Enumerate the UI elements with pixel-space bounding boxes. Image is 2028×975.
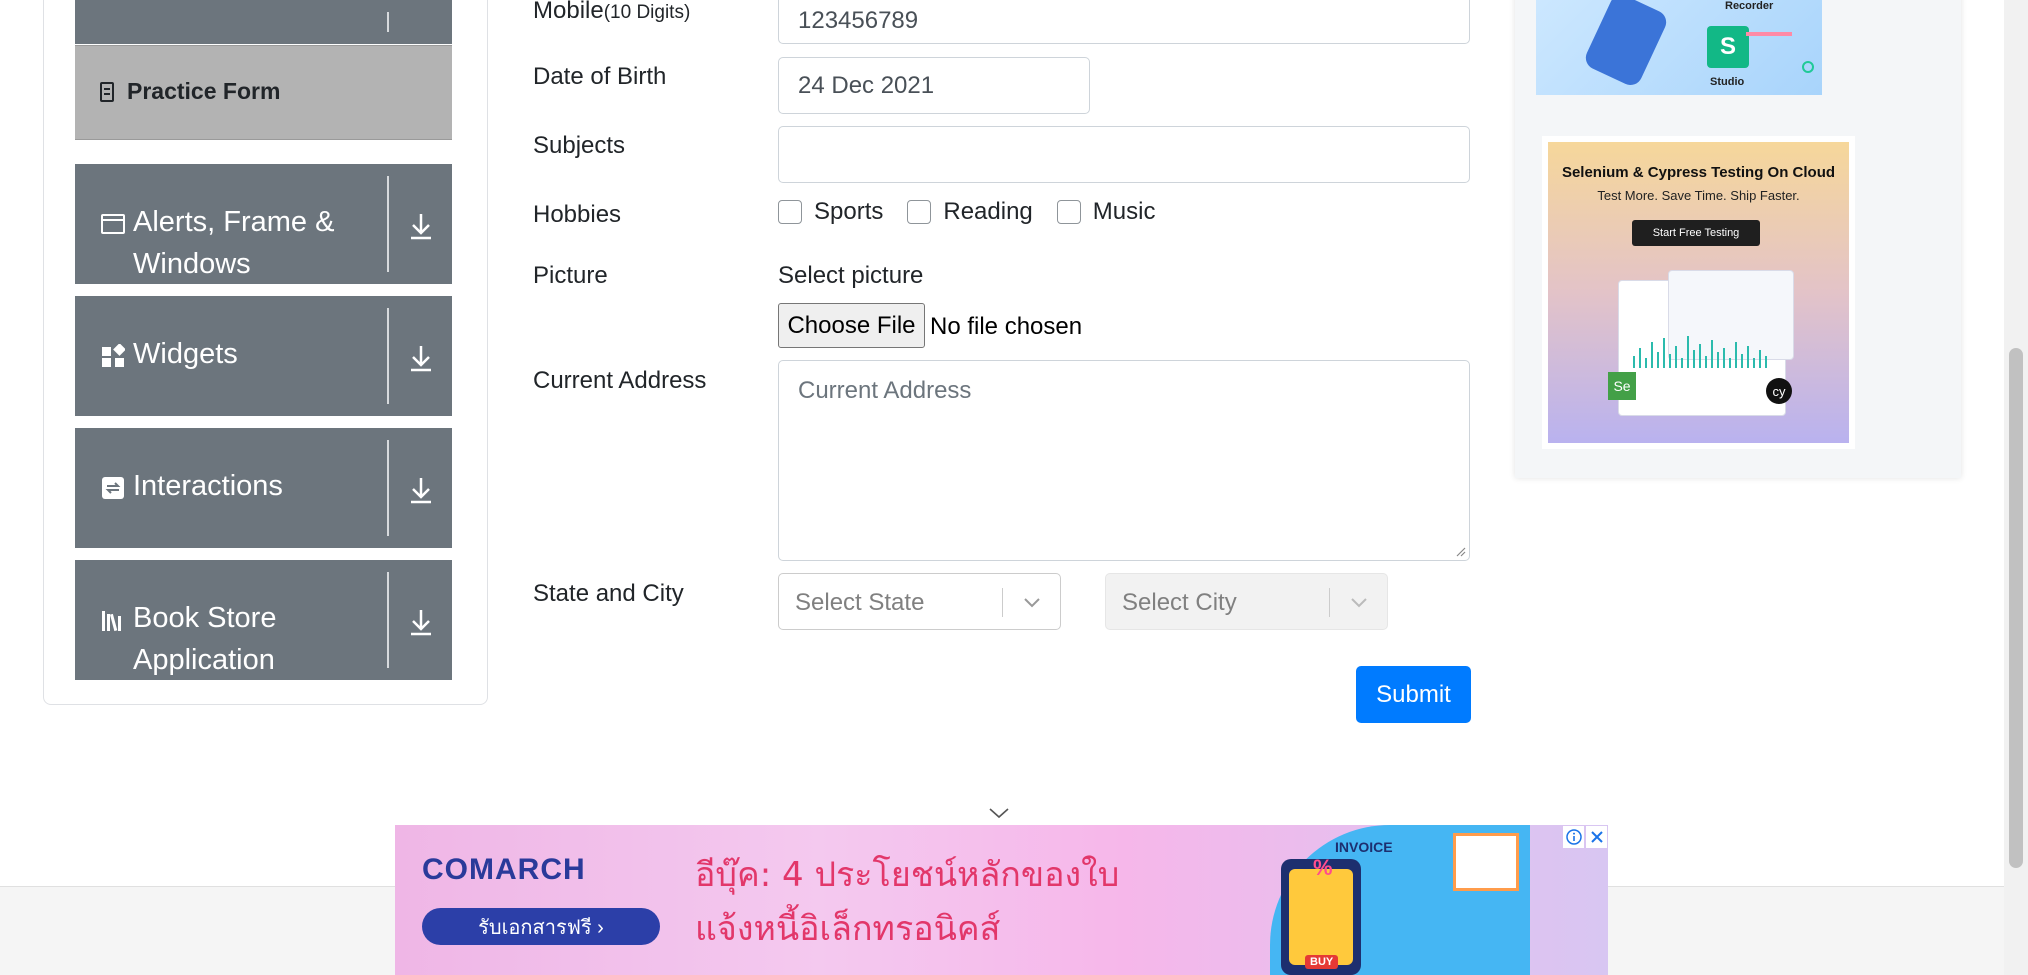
decor-line xyxy=(1746,32,1792,36)
state-city-label: State and City xyxy=(533,580,684,607)
chevron-down-icon[interactable] xyxy=(988,806,1010,820)
books-icon xyxy=(102,611,121,632)
divider xyxy=(387,440,389,536)
ad-headline: Selenium & Cypress Testing On Cloud xyxy=(1561,164,1836,181)
alerts-label: Alerts, Frame & Windows xyxy=(133,206,335,280)
divider xyxy=(387,572,389,668)
phone-screen xyxy=(1289,869,1353,965)
dob-label: Date of Birth xyxy=(533,63,667,90)
buy-text: BUY xyxy=(1305,955,1339,969)
state-select[interactable]: Select State xyxy=(778,573,1061,630)
invoice-text: INVOICE xyxy=(1335,839,1393,855)
ad-close-icon[interactable] xyxy=(1586,826,1607,848)
calendar-illustration xyxy=(1453,833,1519,891)
ad-subline: Test More. Save Time. Ship Faster. xyxy=(1597,188,1800,203)
mobile-label: Mobile(10 Digits) xyxy=(533,0,691,24)
choose-file-button[interactable]: Choose File xyxy=(778,303,925,348)
city-select[interactable]: Select City xyxy=(1105,573,1388,630)
divider xyxy=(387,176,389,272)
sidebar-item-book-store[interactable]: Book Store Application xyxy=(75,560,452,680)
interactions-label: Interactions xyxy=(133,470,283,502)
decor-dot xyxy=(1802,61,1814,73)
subjects-label: Subjects xyxy=(533,132,626,159)
subjects-input[interactable] xyxy=(778,126,1470,183)
hobbies-label: Hobbies xyxy=(533,201,622,228)
divider xyxy=(387,12,389,32)
katalon-ad[interactable]: S Recorder Studio xyxy=(1536,0,1822,95)
selenium-badge: Se xyxy=(1608,372,1636,400)
sidebar-item-interactions[interactable]: Interactions xyxy=(75,428,452,548)
ad-controls xyxy=(1563,826,1607,848)
percent-text: % xyxy=(1313,855,1333,880)
reading-checkbox[interactable] xyxy=(907,200,932,224)
ad-column: S Recorder Studio Selenium & Cypress Tes… xyxy=(1515,0,1961,478)
scrollbar-thumb[interactable] xyxy=(2009,348,2023,868)
book-store-label: Book Store Application xyxy=(133,602,277,676)
download-icon[interactable] xyxy=(404,341,438,375)
window-icon xyxy=(101,214,125,234)
dob-value: 24 Dec 2021 xyxy=(798,71,935,99)
hobby-reading[interactable]: Reading xyxy=(907,198,1033,226)
select-separator xyxy=(1329,588,1330,617)
date-of-birth-input[interactable]: 24 Dec 2021 xyxy=(778,57,1090,114)
address-placeholder: Current Address xyxy=(798,377,972,404)
sports-checkbox[interactable] xyxy=(778,200,802,224)
select-picture-label: Select picture xyxy=(778,262,924,289)
hobbies-group: Sports Reading Music xyxy=(778,198,1179,226)
reading-label[interactable]: Reading xyxy=(943,198,1032,226)
banner-headline-line2: แจ้งหนี้อิเล็กทรอนิคส์ xyxy=(695,909,1001,949)
mobile-value: 123456789 xyxy=(798,7,919,34)
start-free-testing-button[interactable]: Start Free Testing xyxy=(1632,220,1760,246)
current-address-textarea[interactable]: Current Address xyxy=(778,360,1470,561)
mobile-input[interactable]: 123456789 xyxy=(778,0,1470,44)
sidebar-item-practice-form[interactable]: Practice Form xyxy=(75,45,452,140)
recorder-text: Recorder xyxy=(1725,0,1774,12)
sports-label[interactable]: Sports xyxy=(814,198,883,226)
submit-button[interactable]: Submit xyxy=(1356,666,1471,723)
comarch-logo: COMARCH xyxy=(422,853,586,886)
hobby-music[interactable]: Music xyxy=(1056,198,1156,226)
sidebar-item-alerts[interactable]: Alerts, Frame & Windows xyxy=(75,164,452,284)
interactions-icon xyxy=(102,477,124,499)
robot-illustration xyxy=(1581,0,1671,89)
studio-text: Studio xyxy=(1710,76,1745,88)
download-icon[interactable] xyxy=(404,209,438,243)
bar-chart-illustration xyxy=(1633,336,1767,368)
resize-grip-icon[interactable] xyxy=(1454,545,1466,557)
studio-logo: S xyxy=(1707,26,1749,68)
chevron-down-icon[interactable] xyxy=(1022,592,1042,612)
file-status: No file chosen xyxy=(930,313,1083,340)
picture-label: Picture xyxy=(533,262,608,289)
comarch-banner-ad[interactable]: COMARCH รับเอกสารฟรี › อีบุ๊ค: 4 ประโยชน… xyxy=(395,825,1608,975)
state-placeholder: Select State xyxy=(795,589,925,616)
ad-info-icon[interactable] xyxy=(1563,826,1584,848)
download-icon[interactable] xyxy=(404,473,438,507)
sidebar-item-forms[interactable] xyxy=(75,0,452,44)
practice-form-label: Practice Form xyxy=(127,78,281,104)
hobby-sports[interactable]: Sports xyxy=(778,198,883,226)
music-label[interactable]: Music xyxy=(1093,198,1156,226)
banner-cta-button[interactable]: รับเอกสารฟรี › xyxy=(422,908,660,945)
widgets-icon xyxy=(102,344,125,367)
music-checkbox[interactable] xyxy=(1056,200,1081,224)
current-address-label: Current Address xyxy=(533,367,707,394)
banner-headline-line1: อีบุ๊ค: 4 ประโยชน์หลักของใบ xyxy=(695,855,1120,895)
sidebar-item-widgets[interactable]: Widgets xyxy=(75,296,452,416)
cloud-testing-ad[interactable]: Selenium & Cypress Testing On Cloud Test… xyxy=(1548,142,1849,443)
city-placeholder: Select City xyxy=(1122,589,1237,616)
cypress-badge: cy xyxy=(1766,378,1792,404)
vertical-scrollbar[interactable] xyxy=(2004,0,2028,975)
mobile-hint: (10 Digits) xyxy=(603,2,691,23)
widgets-label: Widgets xyxy=(133,338,238,370)
download-icon[interactable] xyxy=(404,605,438,639)
form-icon xyxy=(100,82,114,102)
chevron-down-icon[interactable] xyxy=(1349,592,1369,612)
select-separator xyxy=(1002,588,1003,617)
divider xyxy=(387,308,389,404)
